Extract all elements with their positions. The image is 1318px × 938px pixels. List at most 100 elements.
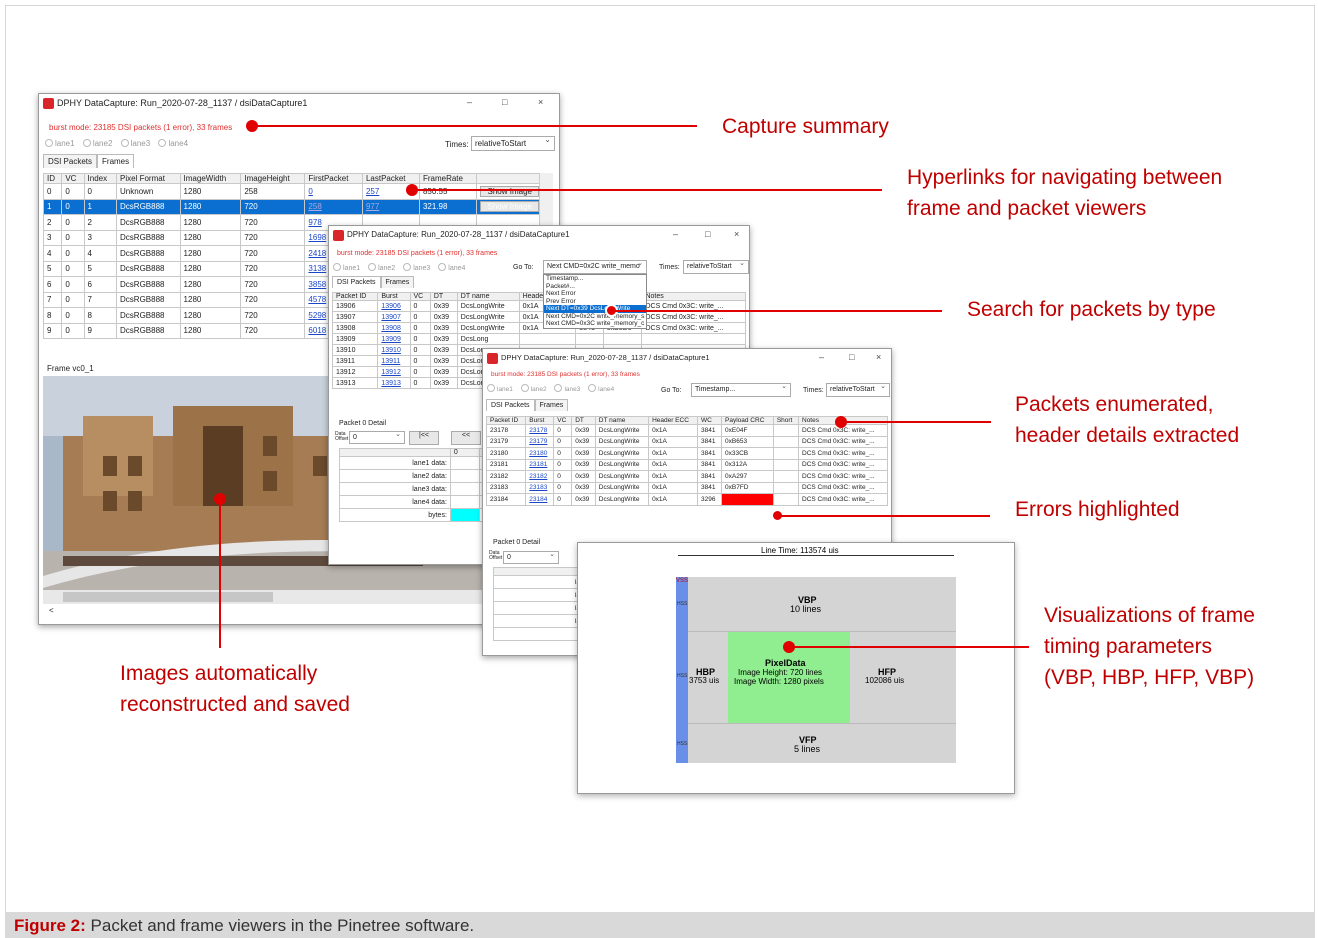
scroll-left-icon[interactable]: <	[49, 606, 54, 615]
tab-frames[interactable]: Frames	[97, 154, 135, 168]
lane4-radio[interactable]: lane4	[588, 384, 614, 393]
tab-dsi-packets[interactable]: DSI Packets	[486, 399, 535, 411]
table-cell: 13907	[377, 311, 411, 323]
tab-frames[interactable]: Frames	[534, 399, 569, 411]
lane2-radio[interactable]: lane2	[520, 384, 547, 393]
table-row[interactable]: 0 0 0 Unknown 1280 258 0 257 850.55 Show Image	[42, 183, 543, 200]
column-header: Notes	[641, 292, 746, 301]
lane4-radio[interactable]: lane4	[158, 139, 188, 148]
packet-link[interactable]: 13908	[381, 325, 400, 332]
show-image-button[interactable]: Show Image	[480, 185, 539, 197]
packet-link[interactable]: 2418	[308, 249, 326, 258]
table-cell: 0	[304, 183, 363, 200]
image-width: Image Width: 1280 pixels	[734, 677, 824, 686]
goto-select[interactable]: Timestamp...	[691, 383, 791, 397]
lane2-radio[interactable]: lane2	[82, 139, 112, 148]
packet-link[interactable]: 23183	[529, 484, 547, 491]
first-page-button[interactable]: |<<	[409, 431, 439, 445]
minimize-button[interactable]: –	[819, 352, 824, 362]
close-button[interactable]: ×	[876, 352, 881, 362]
table-cell: DCS Cmd 0x3C: write_...	[641, 311, 746, 323]
packet-link[interactable]: 13909	[381, 336, 400, 343]
packet-link[interactable]: 23178	[529, 427, 547, 434]
goto-option[interactable]: Packet#...	[544, 283, 646, 291]
lane3-radio[interactable]: lane3	[120, 139, 150, 148]
maximize-button[interactable]: □	[705, 229, 710, 239]
packet-link[interactable]: 13910	[381, 347, 400, 354]
packet-link[interactable]: 23179	[529, 438, 547, 445]
tab-dsi-packets[interactable]: DSI Packets	[332, 276, 381, 288]
goto-option[interactable]: Next Error	[544, 290, 646, 298]
lane1-radio[interactable]: lane1	[333, 263, 360, 272]
lane1-radio[interactable]: lane1	[487, 384, 513, 393]
packet-link[interactable]: 23182	[529, 473, 547, 480]
table-row[interactable]: 139081390800x39DcsLongWrite0x1A38410xB5D…	[331, 322, 746, 334]
prev-page-button[interactable]: <<	[451, 431, 481, 445]
packet-link[interactable]: 978	[308, 218, 321, 227]
packet-link[interactable]: 13912	[381, 369, 400, 376]
close-button[interactable]: ×	[734, 229, 739, 239]
packet-link[interactable]: 3858	[308, 280, 326, 289]
table-cell: 0xB7FD	[721, 481, 774, 494]
times-select[interactable]: relativeToStart	[683, 260, 749, 274]
lane4-radio[interactable]: lane4	[438, 263, 465, 272]
packet-link[interactable]: 23184	[529, 496, 547, 503]
packet-link[interactable]: 0	[308, 187, 312, 196]
packet-link[interactable]: 4578	[308, 295, 326, 304]
tab-frames[interactable]: Frames	[380, 276, 415, 288]
lane3-radio[interactable]: lane3	[403, 263, 430, 272]
lane1-radio[interactable]: lane1	[45, 139, 75, 148]
minimize-button[interactable]: –	[673, 229, 678, 239]
packet-link[interactable]: 23181	[529, 461, 547, 468]
tab-dsi-packets[interactable]: DSI Packets	[43, 154, 98, 168]
times-select[interactable]: relativeToStart	[826, 383, 890, 397]
table-row[interactable]: 23178 23178 0 0x39 DcsLongWrite 0x1A 3841 0xE04…	[485, 424, 888, 437]
goto-option[interactable]: Prev Error	[544, 298, 646, 306]
packet-link[interactable]: 23180	[529, 450, 547, 457]
times-select[interactable]: relativeToStart	[471, 136, 555, 151]
data-offset-input[interactable]: 0	[503, 551, 559, 564]
table-row[interactable]: 13907 13907 0 0x39 DcsLongWrite 0x1A DCS Cmd 0…	[331, 311, 746, 323]
goto-option[interactable]: Timestamp...	[544, 275, 646, 283]
table-cell: 0x39	[571, 435, 596, 448]
close-button[interactable]: ×	[538, 97, 543, 107]
table-row[interactable]: 13909 13909 0 0x39 DcsLong	[331, 333, 746, 345]
packet-link[interactable]: 258	[308, 202, 321, 211]
goto-option[interactable]: Next CMD=0x3C write_memory_c	[544, 320, 646, 328]
packet-link[interactable]: 13911	[381, 358, 400, 365]
show-image-button[interactable]: Show Image	[480, 201, 539, 213]
table-cell: DcsRGB888	[116, 245, 181, 262]
packet-link[interactable]: 1698	[308, 233, 326, 242]
table-row[interactable]: 23183 23183 0 0x39 DcsLongWrite 0x1A 3841 0xB7F…	[485, 481, 888, 494]
packet-link[interactable]: 13907	[381, 314, 400, 321]
packet-link[interactable]: 13906	[381, 303, 400, 310]
lane3-radio[interactable]: lane3	[554, 384, 580, 393]
table-row[interactable]: 23179 23179 0 0x39 DcsLongWrite 0x1A 3841 0xB65…	[485, 435, 888, 448]
search-leader	[612, 310, 942, 312]
table-row[interactable]: 23181 23181 0 0x39 DcsLongWrite 0x1A 3841 0x312…	[485, 458, 888, 471]
table-cell: DCS Cmd 0x3C: write_...	[798, 435, 888, 448]
data-offset-input[interactable]: 0	[349, 431, 405, 444]
table-row[interactable]: 23182 23182 0 0x39 DcsLongWrite 0x1A 3841 0xA29…	[485, 470, 888, 483]
goto-option[interactable]: Next CMD=0x2C write_memory_s	[544, 313, 646, 321]
table-cell: DCS Cmd 0x3C: write_...	[798, 481, 888, 494]
packet-link[interactable]: 977	[366, 202, 379, 211]
packet-link[interactable]: 6018	[308, 326, 326, 335]
table-row[interactable]: 23184 23184 0 0x39 DcsLongWrite 0x1A 3296 DCS C…	[485, 493, 888, 506]
packet-link[interactable]: 257	[366, 187, 379, 196]
column-header: ImageWidth	[179, 173, 242, 184]
packet-link[interactable]: 3138	[308, 264, 326, 273]
packet-link[interactable]: 5298	[308, 311, 326, 320]
table-cell: 0xB653	[721, 435, 774, 448]
packet-link[interactable]: 13913	[381, 380, 400, 387]
line-time-label: Line Time: 113574 uis	[758, 546, 842, 555]
goto-select[interactable]: Next CMD=0x2C write_memo	[543, 260, 647, 274]
lane2-radio[interactable]: lane2	[368, 263, 395, 272]
table-cell: 13911	[377, 355, 411, 367]
maximize-button[interactable]: □	[502, 97, 507, 107]
minimize-button[interactable]: –	[467, 97, 472, 107]
table-row[interactable]: 23180 23180 0 0x39 DcsLongWrite 0x1A 3841 0x33C…	[485, 447, 888, 460]
table-cell: 23180	[525, 447, 555, 460]
table-row[interactable]: 1 0 1 DcsRGB888 1280 720 258 977 321.98 Show Imag…	[42, 198, 543, 215]
maximize-button[interactable]: □	[849, 352, 854, 362]
